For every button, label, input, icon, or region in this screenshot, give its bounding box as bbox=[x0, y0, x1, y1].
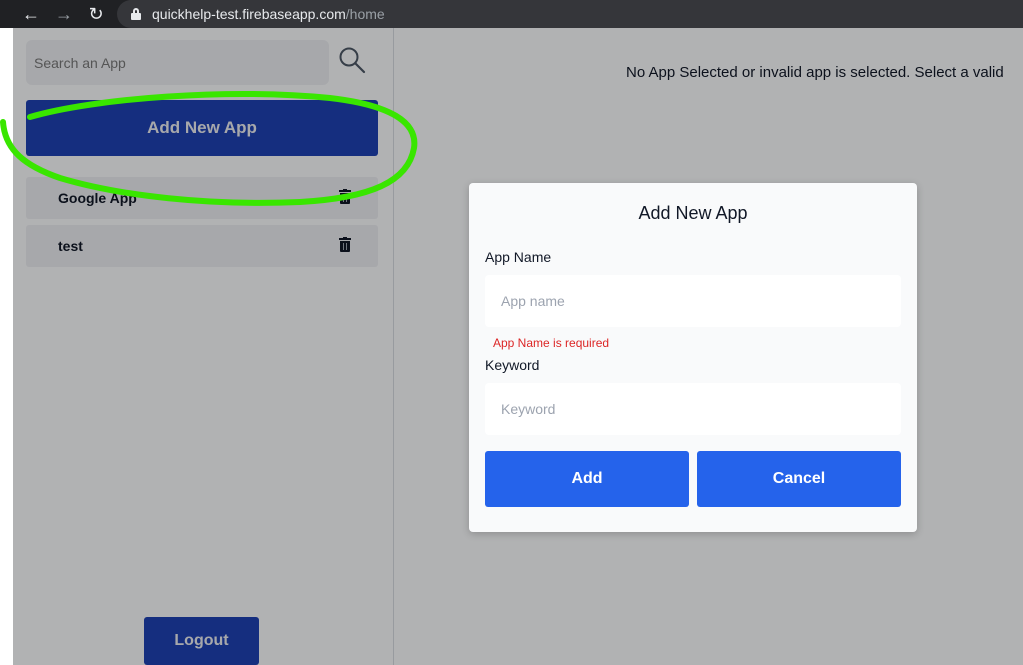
left-margin bbox=[0, 28, 13, 665]
app-name-error: App Name is required bbox=[493, 336, 610, 350]
browser-toolbar: ← → ↻ quickhelp-test.firebaseapp.com/hom… bbox=[0, 0, 1023, 28]
keyword-input[interactable] bbox=[485, 383, 901, 435]
cancel-button[interactable]: Cancel bbox=[697, 451, 901, 507]
app-name-input[interactable] bbox=[485, 275, 901, 327]
modal-title: Add New App bbox=[638, 203, 748, 223]
app-name-label: App Name bbox=[485, 249, 552, 265]
keyword-label: Keyword bbox=[485, 357, 540, 373]
url-host: quickhelp-test.firebaseapp.com bbox=[152, 6, 346, 22]
url-path: /home bbox=[345, 6, 385, 22]
address-bar[interactable]: quickhelp-test.firebaseapp.com/home bbox=[117, 0, 1023, 28]
lock-icon bbox=[131, 8, 141, 20]
reload-icon[interactable]: ↻ bbox=[84, 2, 108, 26]
add-app-modal: Add New App App Name App Name is require… bbox=[469, 183, 917, 532]
forward-arrow-icon[interactable]: → bbox=[52, 2, 76, 26]
add-button[interactable]: Add bbox=[485, 451, 689, 507]
page: ← → ↻ quickhelp-test.firebaseapp.com/hom… bbox=[0, 0, 1023, 665]
back-arrow-icon[interactable]: ← bbox=[19, 2, 43, 26]
url-text: quickhelp-test.firebaseapp.com/home bbox=[152, 6, 385, 22]
